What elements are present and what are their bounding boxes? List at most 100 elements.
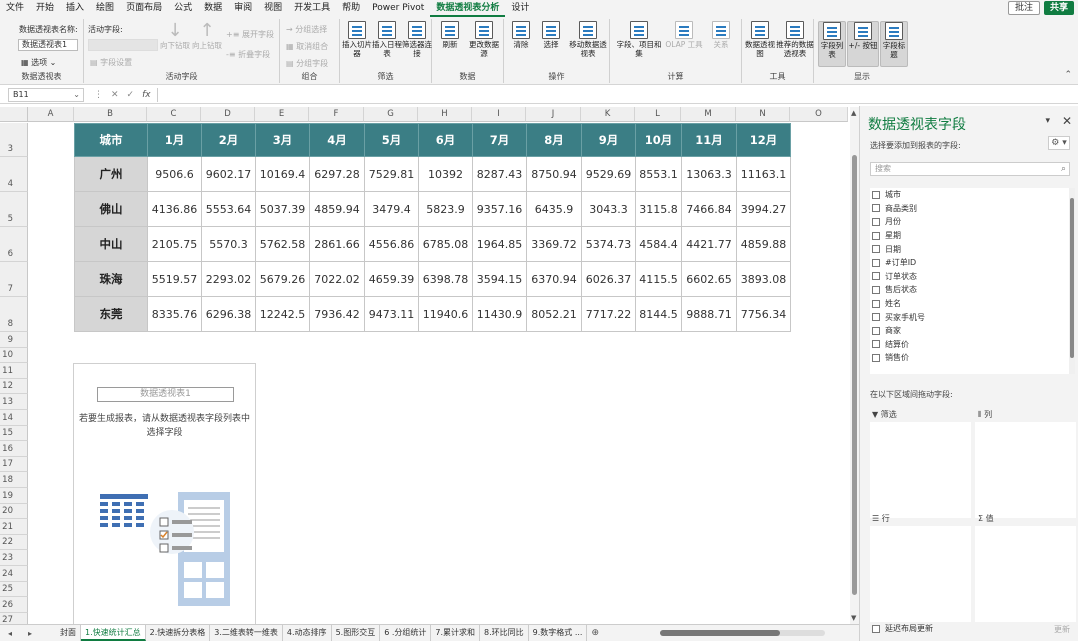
value-cell[interactable]: 5553.64	[201, 191, 256, 227]
column-header[interactable]: M	[681, 107, 736, 122]
options-button[interactable]: ▦ 选项 ⌄	[21, 57, 56, 68]
menu-tab[interactable]: 视图	[258, 0, 288, 17]
share-button[interactable]: 共享	[1043, 1, 1074, 15]
table-header[interactable]: 10月	[635, 123, 682, 157]
menu-tab[interactable]: 插入	[60, 0, 90, 17]
sheet-tab[interactable]: 2.快速拆分表格	[146, 625, 211, 641]
grid-vertical-scrollbar[interactable]: ▲ ▼	[850, 107, 859, 624]
value-cell[interactable]: 4115.5	[635, 261, 682, 297]
value-cell[interactable]: 6398.78	[418, 261, 473, 297]
field-item[interactable]: 订单状态	[870, 270, 1075, 284]
column-header[interactable]: K	[581, 107, 635, 122]
group-field-button[interactable]: ▤ 分组字段	[286, 58, 328, 69]
rows-drop-area[interactable]	[870, 526, 971, 622]
menu-tab[interactable]: 开发工具	[288, 0, 336, 17]
row-header[interactable]: 8	[0, 297, 28, 332]
row-header[interactable]: 6	[0, 227, 28, 262]
value-cell[interactable]: 7717.22	[581, 296, 636, 332]
filter-connections-button[interactable]: 筛选器连接	[402, 21, 432, 58]
table-header[interactable]: 3月	[255, 123, 310, 157]
menu-tab[interactable]: 绘图	[90, 0, 120, 17]
value-cell[interactable]: 1964.85	[472, 226, 527, 262]
menu-tab[interactable]: 帮助	[336, 0, 366, 17]
column-header[interactable]: D	[201, 107, 255, 122]
value-cell[interactable]: 5037.39	[255, 191, 310, 227]
values-drop-area[interactable]	[975, 526, 1076, 622]
value-cell[interactable]: 6785.08	[418, 226, 473, 262]
gear-icon[interactable]: ⚙ ▾	[1048, 136, 1070, 150]
value-cell[interactable]: 5762.58	[255, 226, 310, 262]
table-header[interactable]: 8月	[526, 123, 582, 157]
table-header[interactable]: 2月	[201, 123, 256, 157]
value-cell[interactable]: 4859.88	[736, 226, 791, 262]
checkbox-icon[interactable]	[872, 245, 880, 254]
pivot-chart-button[interactable]: 数据透视图	[744, 21, 776, 58]
value-cell[interactable]: 7936.42	[309, 296, 365, 332]
value-cell[interactable]: 7466.84	[681, 191, 737, 227]
defer-update-checkbox[interactable]: 延迟布局更新	[872, 623, 933, 634]
field-item[interactable]: 姓名	[870, 297, 1075, 311]
value-cell[interactable]: 3115.8	[635, 191, 682, 227]
insert-timeline-button[interactable]: 插入日程表	[372, 21, 402, 58]
row-header[interactable]: 7	[0, 262, 28, 297]
field-list-button[interactable]: 字段列表	[818, 21, 846, 67]
field-headers-button[interactable]: 字段标题	[880, 21, 908, 67]
checkbox-icon[interactable]	[872, 326, 880, 335]
collapse-field-button[interactable]: -≡ 折叠字段	[226, 49, 270, 60]
sheet-tab[interactable]: 1.快速统计汇总	[81, 625, 146, 641]
field-list-scrollbar[interactable]	[1069, 188, 1075, 374]
value-cell[interactable]: 8750.94	[526, 156, 582, 192]
scroll-up-icon[interactable]: ▲	[851, 109, 856, 117]
column-header[interactable]: H	[418, 107, 472, 122]
sheet-tab[interactable]: 5.图形交互	[332, 625, 381, 641]
pane-menu-icon[interactable]: ▾	[1045, 116, 1050, 126]
row-header[interactable]: 24	[0, 566, 28, 582]
row-header[interactable]: 11	[0, 363, 28, 379]
value-cell[interactable]: 8553.1	[635, 156, 682, 192]
value-cell[interactable]: 5823.9	[418, 191, 473, 227]
value-cell[interactable]: 9357.16	[472, 191, 527, 227]
scroll-thumb[interactable]	[852, 155, 857, 595]
checkbox-icon[interactable]	[872, 299, 880, 308]
value-cell[interactable]: 4584.4	[635, 226, 682, 262]
active-field-input[interactable]	[88, 39, 158, 51]
select-all-corner[interactable]	[0, 107, 28, 122]
drill-down-button[interactable]: ↓ 向下钻取	[158, 21, 192, 51]
row-header[interactable]: 21	[0, 519, 28, 535]
close-icon[interactable]: ✕	[1062, 114, 1072, 128]
row-header[interactable]: 4	[0, 157, 28, 192]
column-header[interactable]: A	[28, 107, 74, 122]
row-header[interactable]: 15	[0, 425, 28, 442]
value-cell[interactable]: 5570.3	[201, 226, 256, 262]
field-item[interactable]: 销售价	[870, 351, 1075, 365]
value-cell[interactable]: 9529.69	[581, 156, 636, 192]
field-item[interactable]: 结算价	[870, 338, 1075, 352]
value-cell[interactable]: 4556.86	[364, 226, 419, 262]
field-item[interactable]: 商家	[870, 324, 1075, 338]
column-header[interactable]: L	[635, 107, 681, 122]
change-source-button[interactable]: 更改数据源	[466, 21, 502, 58]
city-cell[interactable]: 广州	[74, 156, 148, 192]
check-icon[interactable]: ✓	[127, 90, 135, 100]
horizontal-scrollbar[interactable]	[660, 630, 825, 636]
value-cell[interactable]: 9602.17	[201, 156, 256, 192]
insert-slicer-button[interactable]: 插入切片器	[342, 21, 372, 58]
menu-tab[interactable]: 公式	[168, 0, 198, 17]
value-cell[interactable]: 8052.21	[526, 296, 582, 332]
value-cell[interactable]: 2105.75	[147, 226, 202, 262]
row-header[interactable]: 23	[0, 550, 28, 566]
value-cell[interactable]: 6370.94	[526, 261, 582, 297]
ungroup-button[interactable]: ▦ 取消组合	[286, 41, 328, 52]
value-cell[interactable]: 3893.08	[736, 261, 791, 297]
value-cell[interactable]: 10392	[418, 156, 473, 192]
value-cell[interactable]: 4421.77	[681, 226, 737, 262]
column-header[interactable]: B	[74, 107, 147, 122]
checkbox-icon[interactable]	[872, 231, 880, 240]
table-header[interactable]: 5月	[364, 123, 419, 157]
menu-tab[interactable]: Power Pivot	[366, 0, 430, 17]
row-header[interactable]: 5	[0, 192, 28, 227]
value-cell[interactable]: 8335.76	[147, 296, 202, 332]
field-item[interactable]: 日期	[870, 242, 1075, 256]
row-header[interactable]: 20	[0, 503, 28, 520]
value-cell[interactable]: 3043.3	[581, 191, 636, 227]
